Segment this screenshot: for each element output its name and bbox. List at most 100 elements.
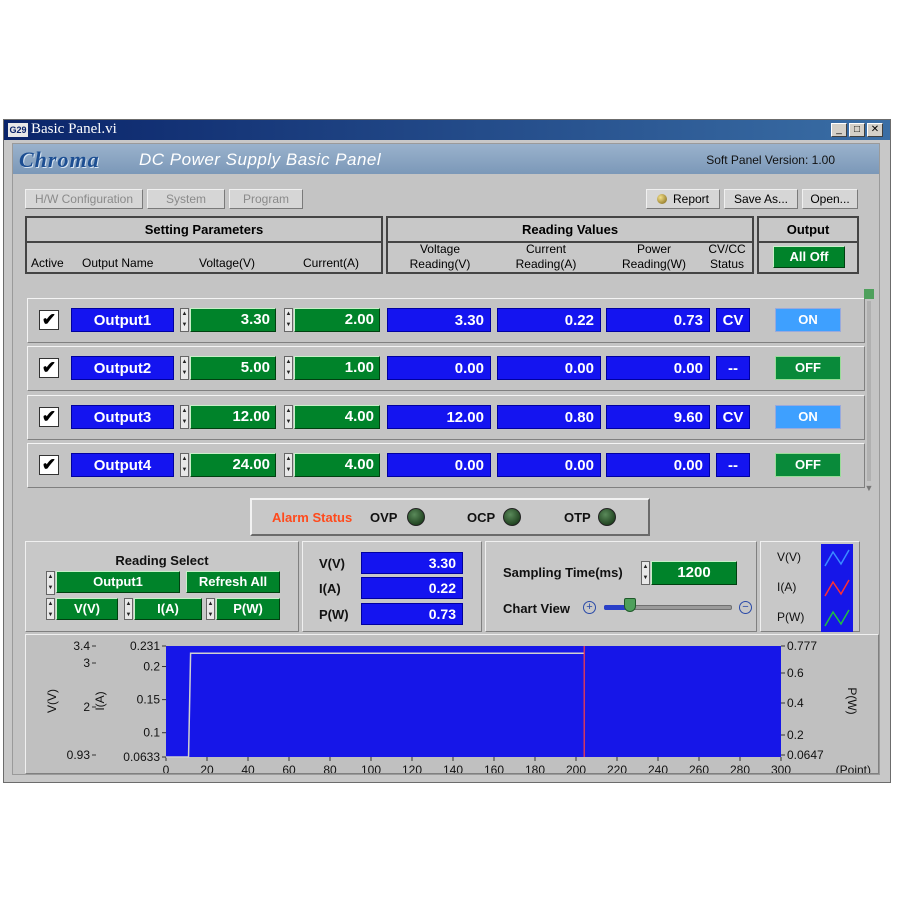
col-power-reading-1: Power	[636, 242, 671, 256]
x-tick-label: 0	[163, 763, 170, 773]
output-name: Output4	[71, 453, 174, 477]
reading-select-title: Reading Select	[115, 553, 209, 568]
output-toggle-button[interactable]: ON	[775, 308, 841, 332]
panel-title: DC Power Supply Basic Panel	[139, 150, 382, 169]
output-row: ✔ Output4 ▲ ▼ 24.00 ▲ ▼ 4.00 0.00 0.00 0.00 -- OFF	[27, 443, 865, 488]
col-voltage-reading: Voltage Reading(V)	[400, 242, 480, 272]
current-spinner[interactable]: ▲ ▼	[284, 453, 293, 477]
output-name: Output2	[71, 356, 174, 380]
output-row: ✔ Output1 ▲ ▼ 3.30 ▲ ▼ 2.00 3.30 0.22 0.73 CV ON	[27, 298, 865, 343]
voltage-reading: 3.30	[387, 308, 491, 332]
chart-view-slider-thumb[interactable]	[624, 598, 636, 612]
version-value: 1.00	[811, 153, 835, 167]
p-tick-label: 0.777	[787, 639, 817, 653]
zoom-in-icon[interactable]: +	[583, 601, 596, 614]
output-toggle-button[interactable]: OFF	[775, 356, 841, 380]
current-spinner[interactable]: ▲ ▼	[284, 308, 293, 332]
x-tick-label: 180	[525, 763, 545, 773]
current-spinner[interactable]: ▲ ▼	[284, 405, 293, 429]
output-toggle-button[interactable]: OFF	[775, 453, 841, 477]
x-tick-label: 240	[648, 763, 668, 773]
output-toggle-button[interactable]: ON	[775, 405, 841, 429]
voltage-setpoint[interactable]: 5.00	[190, 356, 276, 380]
maximize-icon[interactable]: □	[849, 123, 865, 137]
report-button[interactable]: Report	[646, 189, 720, 209]
v-tick-label: 0.93	[67, 748, 91, 762]
refresh-all-button[interactable]: Refresh All	[186, 571, 280, 593]
live-p-label: P(W)	[319, 607, 349, 622]
output-name: Output1	[71, 308, 174, 332]
current-setpoint[interactable]: 4.00	[294, 405, 380, 429]
sampling-time-label: Sampling Time(ms)	[503, 565, 623, 580]
close-icon[interactable]: ✕	[867, 123, 883, 137]
v-select[interactable]: V(V)	[56, 598, 118, 620]
hw-configuration-button[interactable]: H/W Configuration	[25, 189, 143, 209]
title-bar[interactable]: G29 Basic Panel.vi _ □ ✕	[4, 120, 890, 140]
rows-scrollbar[interactable]: ▼	[862, 289, 876, 494]
current-reading: 0.80	[497, 405, 601, 429]
voltage-spinner[interactable]: ▲ ▼	[180, 453, 189, 477]
sampling-time-input[interactable]: 1200	[651, 561, 737, 585]
output-name: Output3	[71, 405, 174, 429]
col-output-name: Output Name	[82, 256, 154, 270]
divider	[27, 241, 381, 243]
output-title: Output	[786, 222, 830, 237]
voltage-reading: 12.00	[387, 405, 491, 429]
i-tick-label: 0.0633	[123, 750, 160, 764]
active-checkbox[interactable]: ✔	[39, 358, 59, 378]
voltage-setpoint[interactable]: 12.00	[190, 405, 276, 429]
p-tick-label: 0.6	[787, 666, 804, 680]
col-active: Active	[31, 256, 64, 270]
power-reading: 0.00	[606, 453, 710, 477]
x-tick-label: 280	[730, 763, 750, 773]
live-readings-panel: V(V) 3.30 I(A) 0.22 P(W) 0.73	[302, 541, 482, 632]
i-select[interactable]: I(A)	[134, 598, 202, 620]
ocp-lamp-icon	[503, 508, 521, 526]
v-tick-label: 3.4	[73, 639, 90, 653]
current-reading: 0.00	[497, 453, 601, 477]
p-select[interactable]: P(W)	[216, 598, 280, 620]
power-reading: 0.00	[606, 356, 710, 380]
v-select-spinner[interactable]: ▲ ▼	[46, 598, 55, 620]
current-reading: 0.22	[497, 308, 601, 332]
legend-v-label: V(V)	[777, 550, 801, 564]
zoom-out-icon[interactable]: −	[739, 601, 752, 614]
ovp-label: OVP	[370, 510, 398, 525]
active-checkbox[interactable]: ✔	[39, 310, 59, 330]
active-checkbox[interactable]: ✔	[39, 455, 59, 475]
voltage-setpoint[interactable]: 3.30	[190, 308, 276, 332]
current-setpoint[interactable]: 1.00	[294, 356, 380, 380]
panel-header: Chroma DC Power Supply Basic Panel Soft …	[13, 144, 879, 174]
col-power-reading: Power Reading(W)	[614, 242, 694, 272]
soft-panel-version: Soft Panel Version: 1.00	[706, 153, 835, 167]
voltage-spinner[interactable]: ▲ ▼	[180, 405, 189, 429]
p-tick-label: 0.4	[787, 696, 804, 710]
scroll-down-icon[interactable]: ▼	[863, 483, 875, 493]
i-select-spinner[interactable]: ▲ ▼	[124, 598, 133, 620]
all-off-button[interactable]: All Off	[773, 246, 845, 268]
save-as-button[interactable]: Save As...	[724, 189, 798, 209]
sampling-time-spinner[interactable]: ▲ ▼	[641, 561, 650, 585]
current-spinner[interactable]: ▲ ▼	[284, 356, 293, 380]
voltage-setpoint[interactable]: 24.00	[190, 453, 276, 477]
output-select-spinner[interactable]: ▲ ▼	[46, 571, 55, 595]
open-button[interactable]: Open...	[802, 189, 858, 209]
x-tick-label: 260	[689, 763, 709, 773]
live-i-value: 0.22	[361, 577, 463, 599]
minimize-icon[interactable]: _	[831, 123, 847, 137]
active-checkbox[interactable]: ✔	[39, 407, 59, 427]
voltage-spinner[interactable]: ▲ ▼	[180, 308, 189, 332]
program-button[interactable]: Program	[229, 189, 303, 209]
p-select-spinner[interactable]: ▲ ▼	[206, 598, 215, 620]
current-setpoint[interactable]: 4.00	[294, 453, 380, 477]
x-tick-label: 60	[282, 763, 296, 773]
output-select[interactable]: Output1	[56, 571, 180, 593]
system-button[interactable]: System	[147, 189, 225, 209]
x-tick-label: 160	[484, 763, 504, 773]
current-setpoint[interactable]: 2.00	[294, 308, 380, 332]
p-tick-label: 0.2	[787, 728, 804, 742]
scroll-thumb[interactable]	[864, 289, 874, 299]
setting-parameters-panel: Setting Parameters Active Output Name Vo…	[25, 216, 383, 274]
voltage-spinner[interactable]: ▲ ▼	[180, 356, 189, 380]
main-window: G29 Basic Panel.vi _ □ ✕ Chroma DC Power…	[3, 119, 891, 783]
